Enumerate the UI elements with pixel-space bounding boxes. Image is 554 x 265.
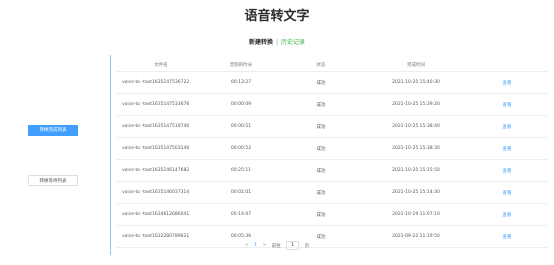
waiting-list-button[interactable]: 转换等待列表: [28, 175, 78, 186]
duration-cell: 00:25:11: [206, 159, 276, 182]
table-row: voice-to -text1635146147682 00:25:11 成功 202…: [116, 159, 548, 182]
sub-navigation: 新建转换 | 历史记录: [0, 37, 554, 46]
table-row: voice-to -text1635147503146 00:00:52 成功 202…: [116, 137, 548, 160]
table-row: voice-to -text1635146037314 00:02:01 成功 202…: [116, 181, 548, 204]
finish-time-cell: 2021-10-25 15:40:30: [366, 71, 466, 94]
finish-time-cell: 2021-10-19 11:07:10: [366, 203, 466, 226]
duration-cell: 00:14:07: [206, 203, 276, 226]
finish-time-cell: 2021-10-25 15:38:30: [366, 137, 466, 160]
duration-cell: 00:13:27: [206, 71, 276, 94]
filename-cell: voice-to -text1635146147682: [116, 159, 206, 182]
table-row: voice-to -text1635147533676 00:00:09 成功 202…: [116, 93, 548, 116]
goto-label: 前往: [271, 243, 281, 249]
duration-cell: 00:00:09: [206, 93, 276, 116]
next-page-button[interactable]: >: [262, 243, 266, 248]
status-cell: 成功: [276, 203, 366, 226]
status-cell: 成功: [276, 71, 366, 94]
filename-cell: voice-to -text1635147503146: [116, 137, 206, 160]
table-row: voice-to -text1635147536722 00:13:27 成功 202…: [116, 71, 548, 94]
new-task-link[interactable]: 新建转换: [249, 39, 273, 46]
conversion-table: 文件名 音频的时长 状态 完成时间 voice-to -text16351475…: [116, 58, 548, 248]
table-header-row: 文件名 音频的时长 状态 完成时间: [116, 58, 548, 72]
page-title: 语音转文字: [244, 9, 310, 24]
column-header-status: 状态: [276, 58, 366, 72]
status-cell: 成功: [276, 159, 366, 182]
status-cell: 成功: [276, 115, 366, 138]
table-row: voice-to -text1635147519746 00:00:51 成功 202…: [116, 115, 548, 138]
view-link[interactable]: 查看: [466, 159, 548, 182]
completed-list-button[interactable]: 转换完成列表: [28, 125, 78, 136]
filename-cell: voice-to -text1635147533676: [116, 93, 206, 116]
current-page-number[interactable]: 1: [254, 243, 257, 248]
duration-cell: 00:00:52: [206, 137, 276, 160]
filename-cell: voice-to -text1635147519746: [116, 115, 206, 138]
duration-cell: 00:00:51: [206, 115, 276, 138]
pagination: < 1 > 前往 1 页: [0, 241, 554, 250]
view-link[interactable]: 查看: [466, 71, 548, 94]
view-link[interactable]: 查看: [466, 181, 548, 204]
status-cell: 成功: [276, 137, 366, 160]
column-header-finish-time: 完成时间: [366, 58, 466, 72]
goto-page-input[interactable]: 1: [286, 241, 300, 250]
finish-time-cell: 2021-10-25 15:14:30: [366, 181, 466, 204]
filename-cell: voice-to -text1635147536722: [116, 71, 206, 94]
view-link[interactable]: 查看: [466, 93, 548, 116]
column-header-duration: 音频的时长: [206, 58, 276, 72]
column-header-action: [466, 58, 548, 72]
table-row: voice-to -text1634612686041 00:14:07 成功 202…: [116, 203, 548, 226]
finish-time-cell: 2021-10-25 15:38:40: [366, 115, 466, 138]
status-cell: 成功: [276, 93, 366, 116]
sidebar: 转换完成列表 转换等待列表: [0, 55, 111, 255]
view-link[interactable]: 查看: [466, 203, 548, 226]
view-link[interactable]: 查看: [466, 137, 548, 160]
status-cell: 成功: [276, 181, 366, 204]
page-suffix-label: 页: [304, 243, 310, 249]
duration-cell: 00:02:01: [206, 181, 276, 204]
filename-cell: voice-to -text1635146037314: [116, 181, 206, 204]
finish-time-cell: 2021-10-25 15:39:20: [366, 93, 466, 116]
finish-time-cell: 2021-10-25 15:15:50: [366, 159, 466, 182]
prev-page-button[interactable]: <: [245, 243, 249, 248]
view-link[interactable]: 查看: [466, 115, 548, 138]
column-header-filename: 文件名: [116, 58, 206, 72]
history-link[interactable]: 历史记录: [281, 39, 305, 46]
subnav-separator: |: [275, 39, 279, 46]
filename-cell: voice-to -text1634612686041: [116, 203, 206, 226]
